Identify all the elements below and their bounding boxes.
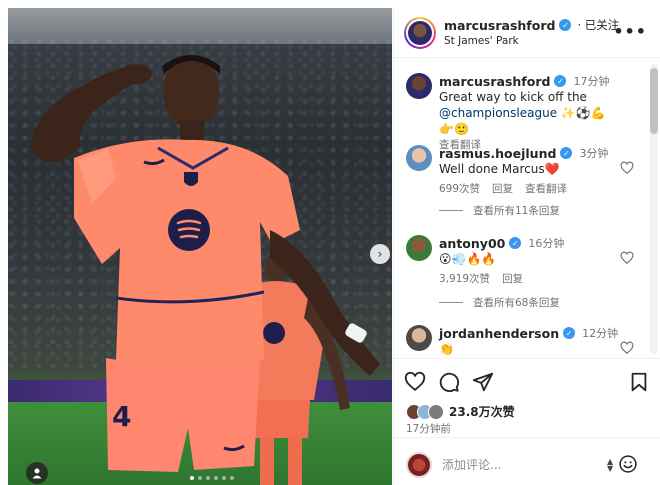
caption-time: 17分钟 <box>573 75 610 88</box>
comment-text: Well done Marcus❤️ <box>439 162 560 176</box>
carousel-dot <box>190 476 194 480</box>
comment-heart-icon[interactable] <box>620 341 634 355</box>
comment-reply-button[interactable]: 回复 <box>502 271 523 286</box>
bookmark-icon[interactable] <box>628 371 650 393</box>
comment-text: 👏 <box>439 342 454 356</box>
comment-time: 16分钟 <box>528 237 565 250</box>
comment-heart-icon[interactable] <box>620 161 634 175</box>
carousel-dot <box>222 476 226 480</box>
post-actions: 23.8万次赞 17分钟前 ▲▼ <box>394 358 660 485</box>
comment-time: 12分钟 <box>582 327 619 340</box>
chevron-right-icon: › <box>377 247 383 261</box>
verified-badge-icon: ✓ <box>559 19 572 31</box>
view-replies-label[interactable]: 查看所有68条回复 <box>473 295 560 310</box>
comment-time: 3分钟 <box>579 147 609 160</box>
likes-summary[interactable]: 23.8万次赞 <box>406 403 515 420</box>
comments-list[interactable]: marcusrashford ✓ 17分钟 Great way to kick … <box>394 59 649 358</box>
liker-avatar <box>428 403 444 420</box>
user-tags-button[interactable] <box>26 462 48 484</box>
author-name-link[interactable]: marcusrashford ✓ · 已关注 <box>444 17 619 33</box>
add-comment-bar: ▲▼ <box>394 437 660 485</box>
verified-badge-icon: ✓ <box>509 237 522 249</box>
comment-stepper-icon[interactable]: ▲ ▼ <box>607 458 613 473</box>
author-avatar[interactable] <box>404 17 436 49</box>
comment-translate-link[interactable]: 查看翻译 <box>525 181 567 196</box>
caption-avatar[interactable] <box>406 73 432 99</box>
comment-avatar[interactable] <box>406 145 432 171</box>
comment-input[interactable] <box>442 455 592 475</box>
caption-body: Great way to kick off the <box>439 90 587 104</box>
verified-badge-icon: ✓ <box>554 75 567 87</box>
comment-username[interactable]: antony00 <box>439 236 505 251</box>
comments-scrollbar[interactable] <box>650 64 658 354</box>
carousel-dot <box>206 476 210 480</box>
current-user-avatar <box>406 452 432 478</box>
author-username[interactable]: marcusrashford <box>444 18 555 33</box>
view-replies-label[interactable]: 查看所有11条回复 <box>473 203 560 218</box>
carousel-indicator <box>190 476 234 480</box>
post-photo[interactable]: 4 › <box>8 8 392 485</box>
comment-avatar[interactable] <box>406 325 432 351</box>
carousel-dot <box>198 476 202 480</box>
likes-count[interactable]: 23.8万次赞 <box>449 403 515 420</box>
share-icon[interactable] <box>472 371 494 393</box>
comment-like-count[interactable]: 699次赞 <box>439 181 480 196</box>
carousel-dot <box>214 476 218 480</box>
main-player-figure: 4 <box>30 55 380 472</box>
player-illustration: 4 <box>30 55 380 485</box>
comment-username[interactable]: rasmus.hoejlund <box>439 146 556 161</box>
scrollbar-thumb[interactable] <box>650 68 658 134</box>
caption-username[interactable]: marcusrashford <box>439 74 550 89</box>
carousel-dot <box>230 476 234 480</box>
view-replies-link[interactable]: 查看所有11条回复 <box>439 203 560 218</box>
verified-badge-icon: ✓ <box>563 327 576 339</box>
post-location[interactable]: St James' Park <box>444 35 519 47</box>
more-options-button[interactable]: ••• <box>613 22 647 41</box>
comment-avatar[interactable] <box>406 235 432 261</box>
comment-username[interactable]: jordanhenderson <box>439 326 559 341</box>
replies-divider <box>439 210 463 211</box>
heart-icon[interactable] <box>404 371 426 393</box>
verified-badge-icon: ✓ <box>560 147 573 159</box>
comment-icon[interactable] <box>438 371 460 393</box>
caption-mention-link[interactable]: @championsleague <box>439 106 557 120</box>
comment-reply-button[interactable]: 回复 <box>492 181 513 196</box>
post-side-panel: marcusrashford ✓ · 已关注 St James' Park ••… <box>393 8 660 485</box>
emoji-icon[interactable] <box>618 454 638 474</box>
comment-like-count[interactable]: 3,919次赞 <box>439 271 490 286</box>
post-header: marcusrashford ✓ · 已关注 St James' Park ••… <box>394 8 660 58</box>
comment-heart-icon[interactable] <box>620 251 634 265</box>
carousel-next-button[interactable]: › <box>370 244 390 264</box>
svg-text:4: 4 <box>112 400 131 433</box>
comment-text: 😮💨🔥🔥 <box>439 252 497 266</box>
post-timestamp: 17分钟前 <box>406 423 451 435</box>
caption-text: Great way to kick off the @championsleag… <box>439 89 619 137</box>
replies-divider <box>439 302 463 303</box>
user-icon <box>32 468 42 479</box>
view-replies-link[interactable]: 查看所有68条回复 <box>439 295 560 310</box>
